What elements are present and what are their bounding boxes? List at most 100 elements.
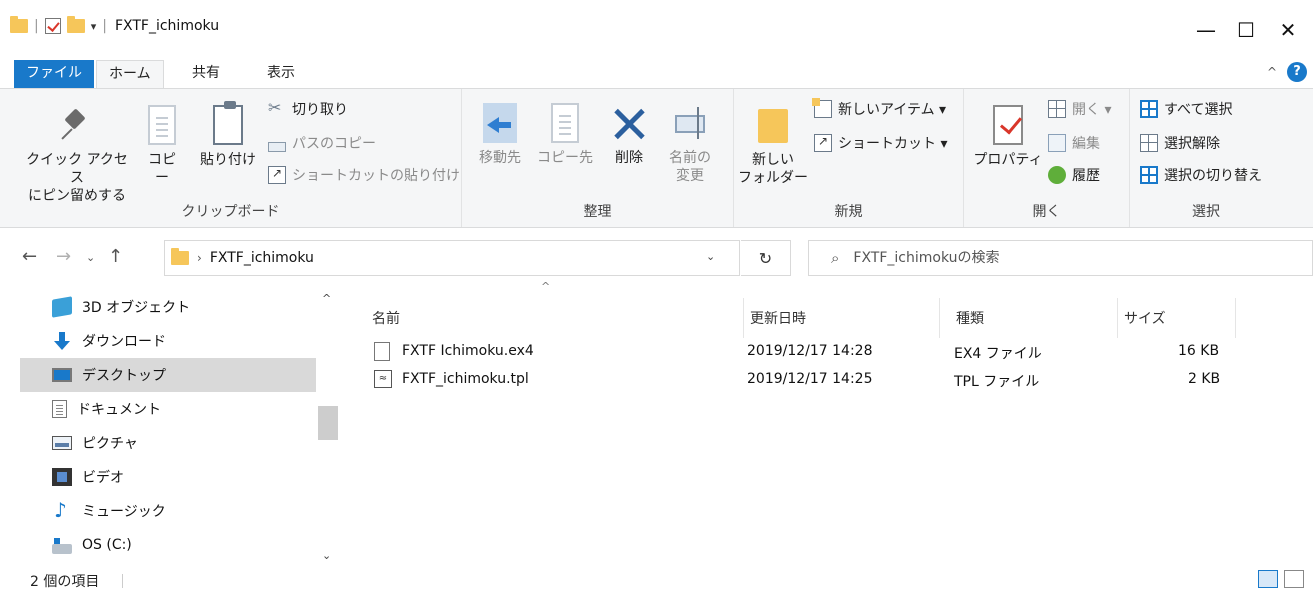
shortcut-icon bbox=[814, 134, 832, 152]
collapse-ribbon-icon[interactable]: ^ bbox=[1267, 65, 1277, 79]
template-file-icon: ≈ bbox=[374, 370, 392, 388]
select-group: すべて選択 選択解除 選択の切り替え 選択 bbox=[1130, 89, 1282, 227]
delete-icon bbox=[612, 103, 646, 143]
nav-item-videos[interactable]: ビデオ bbox=[20, 460, 316, 494]
videos-icon bbox=[52, 468, 72, 486]
select-all-icon bbox=[1140, 100, 1158, 118]
help-icon[interactable]: ? bbox=[1287, 62, 1307, 82]
select-none-button[interactable]: 選択解除 bbox=[1140, 133, 1220, 153]
forward-arrow-icon[interactable]: → bbox=[56, 246, 71, 267]
new-item-button[interactable]: 新しいアイテム ▾ bbox=[812, 98, 946, 119]
copy-icon bbox=[148, 105, 176, 145]
folder-icon bbox=[10, 16, 28, 33]
column-header-name[interactable]: 名前 bbox=[366, 298, 744, 338]
file-list: ^ 名前 更新日時 種類 サイズ FXTF Ichimoku.ex4 2019/… bbox=[350, 280, 1313, 570]
scroll-down-icon[interactable]: ⌄ bbox=[322, 549, 331, 562]
open-button[interactable]: 開く ▾ bbox=[1048, 99, 1111, 119]
tab-share[interactable]: 共有 bbox=[180, 60, 232, 88]
scroll-up-icon[interactable]: ^ bbox=[322, 292, 331, 305]
details-view-icon[interactable] bbox=[1258, 570, 1278, 588]
edit-button[interactable]: 編集 bbox=[1048, 133, 1100, 153]
column-header-size[interactable]: サイズ bbox=[1118, 298, 1236, 338]
breadcrumb[interactable]: FXTF_ichimoku bbox=[210, 250, 314, 266]
tab-home[interactable]: ホーム bbox=[96, 60, 164, 89]
table-row[interactable]: FXTF Ichimoku.ex4 2019/12/17 14:28 EX4 フ… bbox=[350, 338, 1313, 366]
minimize-button[interactable]: — bbox=[1186, 12, 1226, 48]
up-arrow-icon[interactable]: ↑ bbox=[108, 246, 123, 267]
new-folder-button[interactable]: 新しい フォルダー bbox=[738, 105, 808, 187]
copy-to-button[interactable]: コピー先 bbox=[534, 103, 596, 167]
delete-button[interactable]: 削除 bbox=[604, 103, 654, 167]
tab-file[interactable]: ファイル bbox=[14, 60, 94, 88]
open-group-label: 開く bbox=[1032, 204, 1061, 220]
customize-quick-access-icon[interactable]: ▾ bbox=[91, 20, 97, 33]
scrollbar-thumb[interactable] bbox=[318, 406, 338, 440]
paste-shortcut-button[interactable]: ショートカットの貼り付け bbox=[268, 165, 460, 185]
copy-path-button[interactable]: パスのコピー bbox=[268, 133, 376, 153]
documents-icon bbox=[52, 400, 67, 418]
select-all-button[interactable]: すべて選択 bbox=[1140, 99, 1232, 119]
rename-button[interactable]: 名前の 変更 bbox=[662, 103, 718, 185]
tab-view[interactable]: 表示 bbox=[255, 60, 307, 88]
copy-button[interactable]: コピー bbox=[142, 105, 182, 187]
address-bar[interactable]: › FXTF_ichimoku bbox=[164, 240, 740, 276]
search-input[interactable] bbox=[853, 250, 1254, 266]
item-count: 2 個の項目 bbox=[30, 574, 100, 590]
properties-check-icon[interactable] bbox=[44, 18, 61, 34]
invert-selection-icon bbox=[1140, 166, 1158, 184]
organize-group-label: 整理 bbox=[583, 204, 612, 220]
column-header-date[interactable]: 更新日時 bbox=[744, 298, 940, 338]
nav-item-documents[interactable]: ドキュメント bbox=[20, 392, 316, 426]
invert-selection-button[interactable]: 選択の切り替え bbox=[1140, 165, 1262, 185]
clipboard-group: クイック アクセス にピン留めする コピー 貼り付け 切り取り パスのコピー シ… bbox=[0, 89, 462, 227]
copy-path-icon bbox=[268, 142, 286, 152]
ribbon-tabs: ファイル ホーム 共有 表示 bbox=[0, 60, 1313, 89]
move-to-icon bbox=[483, 103, 517, 143]
paste-button[interactable]: 貼り付け bbox=[196, 101, 260, 169]
shortcut-button[interactable]: ショートカット ▾ bbox=[814, 133, 947, 153]
file-type: TPL ファイル bbox=[954, 374, 1040, 390]
new-item-icon bbox=[812, 98, 832, 118]
nav-item-music[interactable]: ミュージック bbox=[20, 494, 316, 528]
move-to-button[interactable]: 移動先 bbox=[472, 103, 528, 167]
search-box[interactable]: ⌕ bbox=[808, 240, 1313, 276]
properties-button[interactable]: プロパティ bbox=[970, 105, 1046, 169]
recent-locations-chevron-icon[interactable]: ⌄ bbox=[86, 251, 95, 264]
breadcrumb-chevron-icon[interactable]: › bbox=[197, 251, 202, 265]
address-dropdown-icon[interactable]: ⌄ bbox=[706, 250, 715, 263]
select-group-label: 選択 bbox=[1192, 204, 1220, 220]
nav-item-desktop[interactable]: デスクトップ bbox=[20, 358, 316, 392]
address-folder-icon bbox=[171, 248, 189, 265]
quick-access-toolbar: | ▾ | FXTF_ichimoku bbox=[10, 16, 219, 34]
organize-group: 移動先 コピー先 削除 名前の 変更 整理 bbox=[462, 89, 734, 227]
nav-item-drive-c[interactable]: OS (C:) bbox=[20, 528, 316, 562]
pin-to-quick-access-button[interactable]: クイック アクセス にピン留めする bbox=[22, 105, 132, 205]
open-icon bbox=[1048, 100, 1066, 118]
new-folder-quick-icon[interactable] bbox=[66, 16, 85, 33]
sort-ascending-icon: ^ bbox=[541, 280, 551, 293]
new-folder-icon bbox=[756, 105, 790, 145]
status-divider bbox=[122, 574, 123, 588]
nav-item-3d-objects[interactable]: 3D オブジェクト bbox=[20, 290, 316, 324]
maximize-button[interactable]: ☐ bbox=[1226, 12, 1266, 48]
open-group: プロパティ 開く ▾ 編集 履歴 開く bbox=[964, 89, 1130, 227]
paste-shortcut-icon bbox=[268, 166, 286, 184]
back-arrow-icon[interactable]: ← bbox=[22, 246, 37, 267]
refresh-button[interactable]: ↻ bbox=[741, 240, 791, 276]
column-header-type[interactable]: 種類 bbox=[950, 298, 1118, 338]
rename-icon bbox=[673, 103, 707, 143]
large-icons-view-icon[interactable] bbox=[1284, 570, 1304, 588]
nav-item-downloads[interactable]: ダウンロード bbox=[20, 324, 316, 358]
properties-icon bbox=[993, 105, 1023, 145]
clipboard-group-label: クリップボード bbox=[181, 204, 280, 220]
select-none-icon bbox=[1140, 134, 1158, 152]
navigation-pane-scrollbar[interactable]: ^ ⌄ bbox=[316, 288, 340, 564]
history-button[interactable]: 履歴 bbox=[1048, 165, 1100, 185]
close-button[interactable]: ✕ bbox=[1268, 12, 1308, 48]
file-name: FXTF_ichimoku.tpl bbox=[402, 371, 529, 387]
refresh-icon: ↻ bbox=[758, 248, 773, 268]
table-row[interactable]: ≈ FXTF_ichimoku.tpl 2019/12/17 14:25 TPL… bbox=[350, 366, 1313, 394]
pin-icon bbox=[60, 105, 94, 145]
cut-button[interactable]: 切り取り bbox=[268, 98, 348, 119]
nav-item-pictures[interactable]: ピクチャ bbox=[20, 426, 316, 460]
